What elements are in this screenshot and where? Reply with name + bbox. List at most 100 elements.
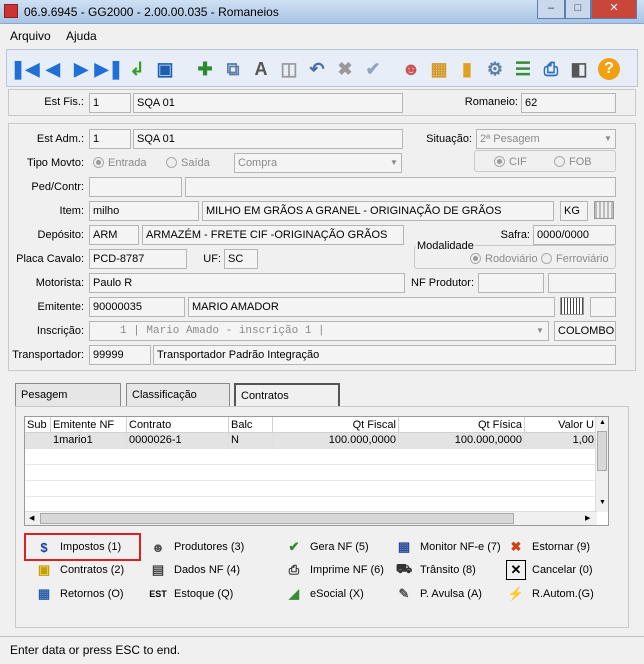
- book-icon[interactable]: ▮: [455, 57, 479, 81]
- monitor-nfe-button[interactable]: ▦ Monitor NF-e (7): [394, 536, 501, 558]
- nf-produtor-field[interactable]: [478, 273, 544, 293]
- first-record-icon[interactable]: ❚◀: [11, 57, 40, 81]
- status-bar: Enter data or press ESC to end.: [0, 636, 644, 664]
- impostos-button[interactable]: $ Impostos (1): [34, 536, 121, 558]
- item-code-field[interactable]: milho: [89, 201, 199, 221]
- inscricao-label: Inscrição:: [36, 325, 84, 337]
- saida-radio[interactable]: [166, 157, 177, 168]
- chevron-down-icon: ▼: [390, 158, 398, 167]
- ped-contr-field[interactable]: [89, 177, 182, 197]
- deposito-code-field[interactable]: ARM: [89, 225, 139, 245]
- scroll-thumb-h[interactable]: [40, 513, 514, 524]
- next-record-icon[interactable]: ▶: [69, 57, 93, 81]
- scroll-right-icon[interactable]: ▶: [585, 514, 590, 522]
- delete-icon[interactable]: ◫: [277, 57, 301, 81]
- transportador-label: Transportador:: [12, 349, 84, 361]
- previous-record-icon[interactable]: ◀: [41, 57, 65, 81]
- transportador-code-field[interactable]: 99999: [89, 345, 151, 365]
- undo-icon[interactable]: ↶: [305, 57, 329, 81]
- nf-produtor-serie-field[interactable]: [548, 273, 616, 293]
- romaneio-field[interactable]: 62: [521, 93, 616, 113]
- edit-icon[interactable]: A: [249, 57, 273, 81]
- retornos-button[interactable]: ▦ Retornos (O): [34, 583, 124, 605]
- add-icon[interactable]: ✚: [193, 57, 217, 81]
- column-header[interactable]: Sub: [25, 417, 51, 433]
- inscricao-select[interactable]: 1 | Mario Amado - inscrição 1 |: [89, 321, 549, 341]
- r-autom-button[interactable]: ⚡ R.Autom.(G): [506, 583, 594, 605]
- column-header[interactable]: Qt Física: [399, 417, 525, 433]
- confirm-icon[interactable]: ✔: [361, 57, 385, 81]
- last-record-icon[interactable]: ▶❚: [95, 57, 124, 81]
- cif-label: CIF: [509, 156, 527, 168]
- report-icon[interactable]: ▦: [427, 57, 451, 81]
- safra-field[interactable]: 0000/0000: [533, 225, 616, 245]
- menu-ajuda[interactable]: Ajuda: [66, 29, 97, 43]
- close-button[interactable]: ✕: [591, 0, 637, 19]
- goto-icon[interactable]: ↲: [125, 57, 149, 81]
- situacao-select[interactable]: 2ª Pesagem: [476, 129, 616, 149]
- scroll-down-icon[interactable]: ▼: [599, 499, 606, 506]
- calculator-icon[interactable]: [594, 201, 614, 219]
- estoque-button[interactable]: EST Estoque (Q): [148, 583, 233, 605]
- barcode-icon[interactable]: [560, 297, 584, 315]
- search-icon[interactable]: ▣: [153, 57, 177, 81]
- placa-label: Placa Cavalo:: [16, 253, 84, 265]
- motorista-field[interactable]: Paulo R: [89, 273, 405, 293]
- romaneio-label: Romaneio:: [464, 96, 518, 108]
- placa-field[interactable]: PCD-8787: [89, 249, 187, 269]
- tab-classificacao[interactable]: Classificação: [126, 383, 230, 407]
- user-icon[interactable]: ☻: [399, 57, 423, 81]
- minimize-button[interactable]: –: [537, 0, 565, 19]
- estornar-button[interactable]: ✖ Estornar (9): [506, 536, 591, 558]
- contratos-button[interactable]: ▣ Contratos (2): [34, 559, 124, 581]
- column-header[interactable]: Contrato: [127, 417, 229, 433]
- chevron-down-icon: ▼: [536, 326, 544, 335]
- column-header[interactable]: Qt Fiscal: [273, 417, 399, 433]
- tab-contratos[interactable]: Contratos: [234, 383, 340, 407]
- settings-icon[interactable]: ⚙: [483, 57, 507, 81]
- column-header[interactable]: Balc: [229, 417, 273, 433]
- scroll-left-icon[interactable]: ◀: [29, 514, 34, 522]
- vertical-scrollbar[interactable]: ▲ ▼: [595, 417, 608, 512]
- dados-nf-button[interactable]: ▤ Dados NF (4): [148, 559, 240, 581]
- entrada-radio[interactable]: [93, 157, 104, 168]
- p-avulsa-button[interactable]: ✎ P. Avulsa (A): [394, 583, 482, 605]
- imprime-nf-button[interactable]: ⎙ Imprime NF (6): [284, 559, 384, 581]
- column-header[interactable]: Valor U: [525, 417, 597, 433]
- produtores-button[interactable]: ☻ Produtores (3): [148, 536, 244, 558]
- transito-button[interactable]: ⛟ Trânsito (8): [394, 559, 476, 581]
- est-fis-code-field[interactable]: 1: [89, 93, 131, 113]
- lightning-icon: ⚡: [507, 586, 525, 601]
- esocial-button[interactable]: ◢ eSocial (X): [284, 583, 364, 605]
- column-header[interactable]: Emitente NF: [51, 417, 127, 433]
- cif-radio[interactable]: [494, 156, 505, 167]
- rodoviario-radio[interactable]: [470, 253, 481, 264]
- grid-lines: [25, 449, 597, 509]
- ferroviario-radio[interactable]: [541, 253, 552, 264]
- rodoviario-label: Rodoviário: [485, 253, 538, 265]
- est-adm-code-field[interactable]: 1: [89, 129, 131, 149]
- help-icon[interactable]: ?: [597, 57, 621, 81]
- tab-pesagem[interactable]: Pesagem: [15, 383, 121, 407]
- item-unit-field: KG: [560, 201, 588, 221]
- cancel-icon[interactable]: ✖: [333, 57, 357, 81]
- copy-icon[interactable]: ⧉: [221, 57, 245, 81]
- print-icon[interactable]: ⎙: [539, 57, 563, 81]
- tipo-select[interactable]: Compra: [234, 153, 402, 173]
- scroll-up-icon[interactable]: ▲: [599, 419, 606, 426]
- tree-icon[interactable]: ☰: [511, 57, 535, 81]
- cell-emitente: 1mario1: [51, 433, 127, 449]
- exit-icon[interactable]: ◧: [567, 57, 591, 81]
- ped-contr-label: Ped/Contr:: [31, 181, 84, 193]
- saida-label: Saída: [181, 157, 210, 169]
- cancelar-button[interactable]: ✕ Cancelar (0): [506, 559, 593, 581]
- gera-nf-button[interactable]: ✔ Gera NF (5): [284, 536, 369, 558]
- emitente-code-field[interactable]: 90000035: [89, 297, 185, 317]
- menu-arquivo[interactable]: Arquivo: [10, 29, 51, 43]
- scroll-thumb[interactable]: [597, 431, 607, 471]
- horizontal-scrollbar[interactable]: ◀ ▶: [25, 511, 597, 525]
- table-row[interactable]: 1mario1 0000026-1 N 100.000,0000 100.000…: [25, 433, 597, 449]
- uf-field[interactable]: SC: [224, 249, 258, 269]
- fob-radio[interactable]: [554, 156, 565, 167]
- maximize-button[interactable]: □: [565, 0, 591, 19]
